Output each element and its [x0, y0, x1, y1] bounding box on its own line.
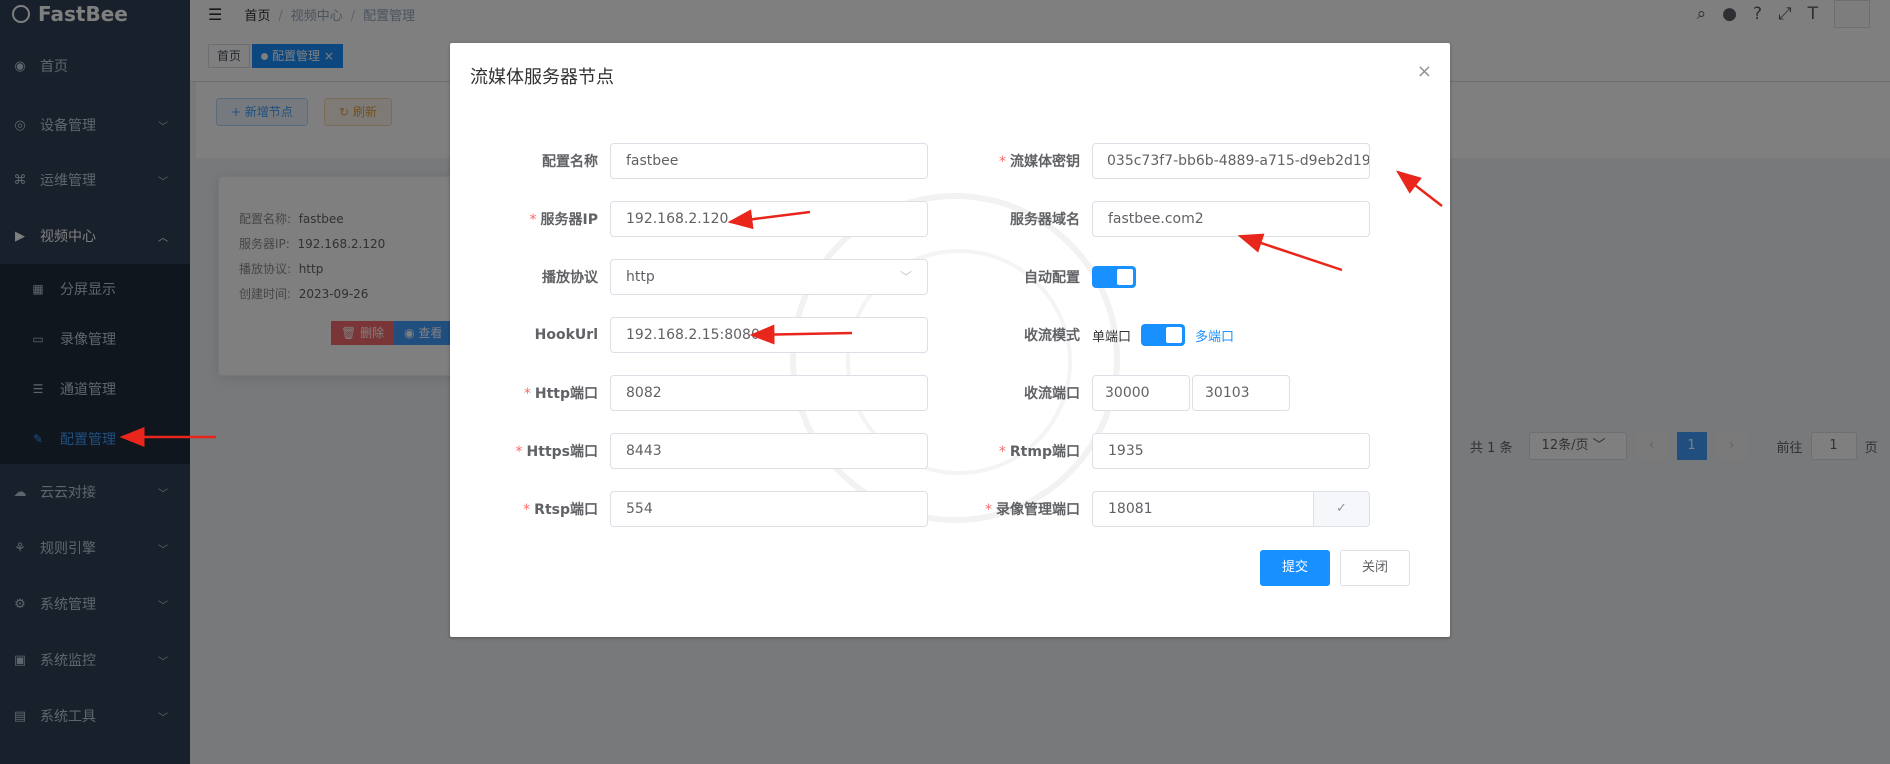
multi-port-option[interactable]: 多端口	[1195, 326, 1234, 345]
auto-config-label: 自动配置	[1024, 270, 1080, 286]
form-item-https-port: * Https端口 8443	[450, 433, 928, 469]
server-ip-label: * 服务器IP	[529, 212, 598, 228]
submit-button[interactable]: 提交	[1260, 550, 1330, 586]
http-port-input[interactable]: 8082	[610, 375, 928, 411]
config-name-input[interactable]: fastbee	[610, 143, 928, 179]
close-button[interactable]: 关闭	[1340, 550, 1410, 586]
switch-knob	[1117, 269, 1133, 285]
form-item-hookurl: HookUrl 192.168.2.15:8080	[450, 317, 928, 353]
hookurl-input[interactable]: 192.168.2.15:8080	[610, 317, 928, 353]
rtmp-port-input[interactable]: 1935	[1092, 433, 1370, 469]
close-icon[interactable]: ×	[1417, 61, 1432, 82]
media-server-dialog: 流媒体服务器节点 × 配置名称 fastbee * 服务器IP 192.168.2…	[450, 43, 1450, 637]
recv-port-max-input[interactable]: 30103	[1192, 375, 1290, 411]
form-item-auto-config: 自动配置	[930, 259, 1136, 295]
form-item-rtsp-port: * Rtsp端口 554	[450, 491, 928, 527]
form-item-config-name: 配置名称 fastbee	[450, 143, 928, 179]
rtsp-port-label: * Rtsp端口	[523, 502, 598, 518]
chevron-down-icon: ﹀	[899, 270, 912, 284]
https-port-input[interactable]: 8443	[610, 433, 928, 469]
dialog-title: 流媒体服务器节点	[470, 67, 614, 88]
hookurl-label: HookUrl	[534, 327, 598, 343]
recv-mode-label: 收流模式	[1024, 328, 1080, 344]
http-port-label: * Http端口	[523, 386, 598, 402]
switch-knob	[1166, 327, 1183, 343]
recv-port-label: 收流端口	[1024, 386, 1080, 402]
form-item-protocol: 播放协议 http ﹀	[450, 259, 928, 295]
form-item-record-port: * 录像管理端口 18081 ✓	[930, 491, 1370, 527]
form-item-server-ip: * 服务器IP 192.168.2.120	[450, 201, 928, 237]
auto-config-switch[interactable]	[1092, 266, 1136, 288]
recv-mode-switch[interactable]	[1141, 324, 1186, 346]
form-item-rtmp-port: * Rtmp端口 1935	[930, 433, 1370, 469]
domain-input[interactable]: fastbee.com2	[1092, 201, 1370, 237]
config-name-label: 配置名称	[542, 154, 598, 170]
form-item-domain: 服务器域名 fastbee.com2	[930, 201, 1370, 237]
recv-port-min-input[interactable]: 30000	[1092, 375, 1190, 411]
secret-label: * 流媒体密钥	[999, 154, 1080, 170]
form-item-http-port: * Http端口 8082	[450, 375, 928, 411]
rtmp-port-label: * Rtmp端口	[998, 444, 1080, 460]
domain-label: 服务器域名	[1010, 212, 1080, 228]
single-port-option[interactable]: 单端口	[1092, 326, 1131, 345]
rtsp-port-input[interactable]: 554	[610, 491, 928, 527]
secret-input[interactable]: 035c73f7-bb6b-4889-a715-d9eb2d192x	[1092, 143, 1370, 179]
server-ip-input[interactable]: 192.168.2.120	[610, 201, 928, 237]
form-item-recv-mode: 收流模式 单端口 多端口	[930, 317, 1234, 353]
protocol-label: 播放协议	[542, 270, 598, 286]
check-icon[interactable]: ✓	[1314, 491, 1370, 527]
protocol-select[interactable]: http ﹀	[610, 259, 928, 295]
record-port-input[interactable]: 18081	[1092, 491, 1314, 527]
record-port-label: * 录像管理端口	[985, 502, 1080, 518]
form-item-recv-port: 收流端口 30000 30103	[930, 375, 1290, 411]
watermark-seal	[790, 193, 1120, 523]
https-port-label: * Https端口	[515, 444, 598, 460]
form-item-secret: * 流媒体密钥 035c73f7-bb6b-4889-a715-d9eb2d192…	[930, 143, 1370, 179]
